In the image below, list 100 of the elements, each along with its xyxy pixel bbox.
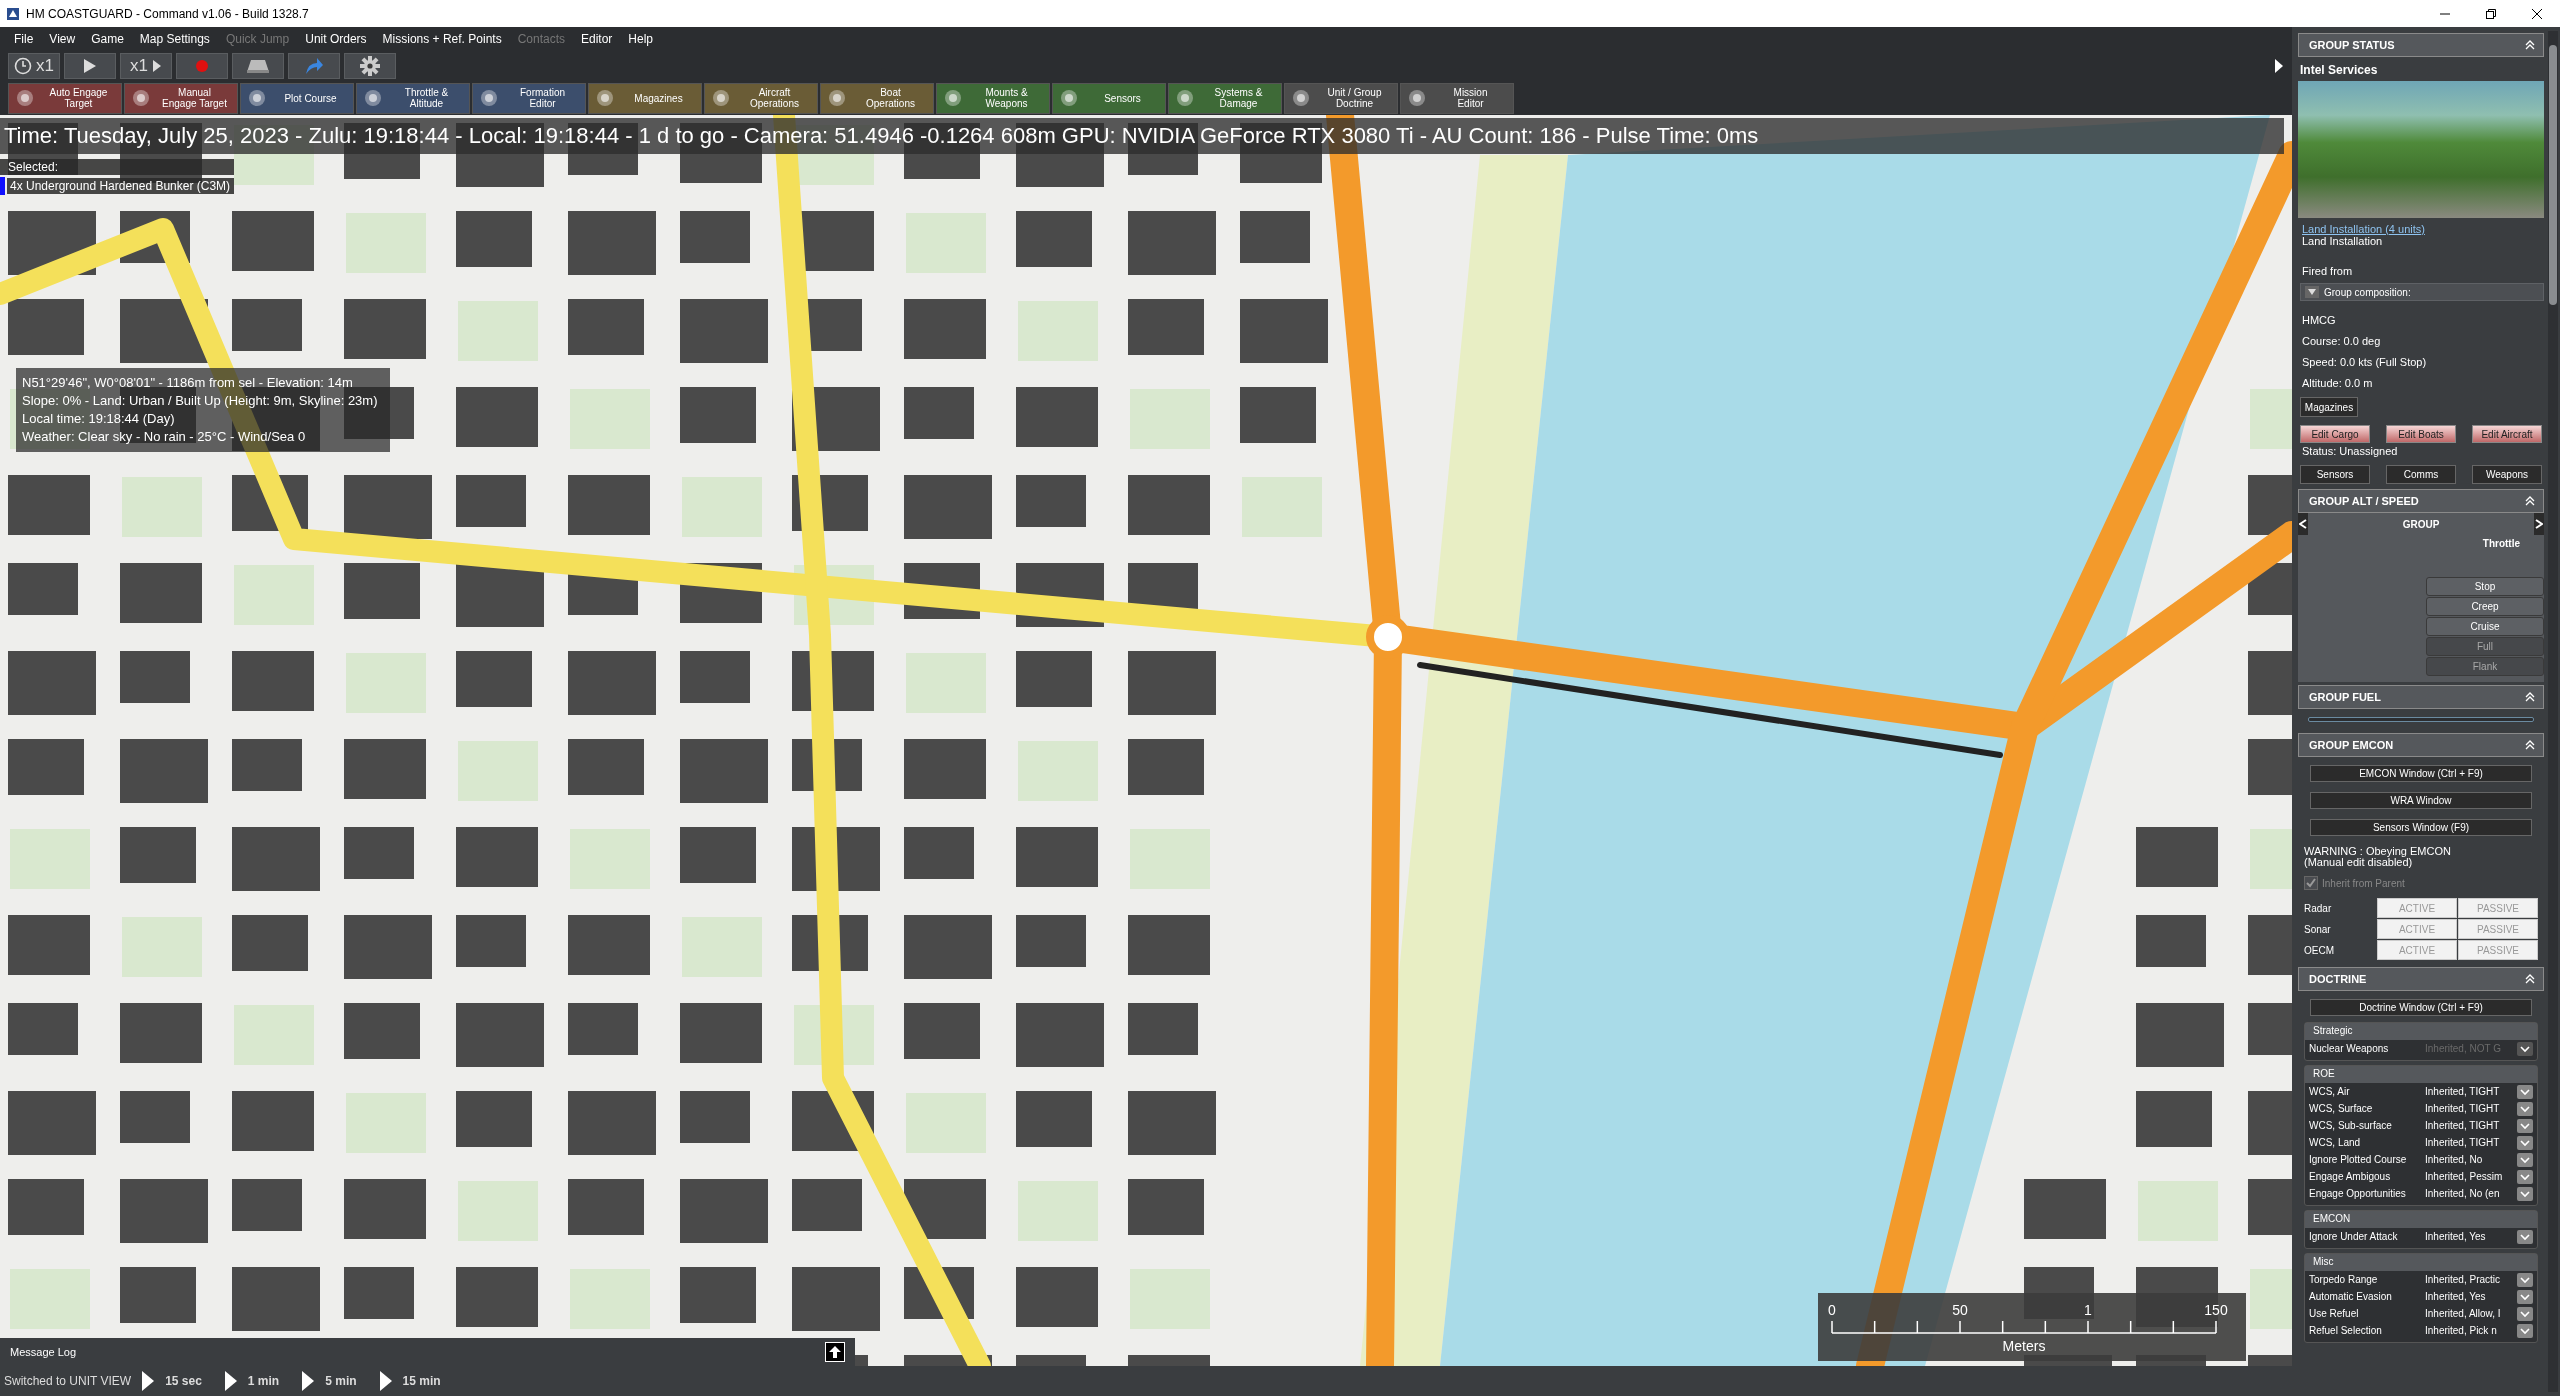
action-button[interactable]: Formation Editor [472,82,586,114]
menu-item[interactable]: Editor [573,30,621,48]
action-button[interactable]: Magazines [588,82,702,114]
chevron-down-icon [2517,1101,2533,1116]
doctrine-group-title: ROE [2305,1066,2537,1083]
action-button[interactable]: Systems & Damage [1168,82,1282,114]
scale-label: 50 [1952,1302,1968,1318]
terrain-button[interactable] [232,53,284,79]
triangle-icon [2274,58,2284,74]
dropdown[interactable]: Inherited, No (en [2425,1186,2537,1201]
doctrine-setting-label: Torpedo Range [2309,1274,2379,1285]
next-button[interactable] [2534,513,2544,535]
section-header[interactable]: GROUP STATUS [2298,33,2544,57]
doctrine-window-button[interactable]: Doctrine Window (Ctrl + F9) [2310,999,2532,1016]
edit-button[interactable]: Edit Cargo [2300,425,2370,443]
tool-icon [1059,88,1079,108]
menu-item[interactable]: Missions + Ref. Points [374,30,510,48]
panel-tab[interactable]: Sensors [2300,465,2370,484]
app-icon [6,6,20,21]
time-step-button[interactable]: 15 sec [165,1374,214,1388]
previous-button[interactable] [2298,513,2308,535]
magazines-button[interactable]: Magazines [2300,397,2358,417]
chevron-down-icon [2517,1306,2533,1321]
chevron-down-icon [2517,1041,2533,1056]
chevron-down-icon [2517,1186,2533,1201]
chevron-down-icon [2517,1169,2533,1184]
time-step-button[interactable]: 5 min [325,1374,369,1388]
action-button[interactable]: Plot Course [240,82,354,114]
action-button[interactable]: Boat Operations [820,82,934,114]
panel-tab[interactable]: Comms [2386,465,2456,484]
restore-icon [2486,8,2496,19]
throttle-button[interactable]: Stop [2426,577,2544,596]
action-button[interactable]: Aircraft Operations [704,82,818,114]
dropdown[interactable]: Inherited, TIGHT [2425,1101,2537,1116]
chevron-down-icon [2517,1135,2533,1150]
selected-unit: 4x Underground Hardened Bunker (C3M) [7,178,235,194]
menu-item[interactable]: Unit Orders [297,30,375,48]
menu-item[interactable]: File [6,30,42,48]
menu-item[interactable]: Map Settings [131,30,218,48]
doctrine-setting-label: WCS, Air [2309,1086,2351,1097]
time-step-button[interactable]: 15 min [402,1374,453,1388]
dropdown[interactable]: Inherited, Pessim [2425,1169,2537,1184]
action-button[interactable]: Auto Engage Target [8,82,122,114]
dropdown[interactable]: Inherited, TIGHT [2425,1135,2537,1150]
throttle-button[interactable]: Creep [2426,597,2544,616]
panel-tab[interactable]: Weapons [2472,465,2542,484]
action-button[interactable]: Mounts & Weapons [936,82,1050,114]
play-icon [83,58,97,74]
action-button[interactable]: Unit / Group Doctrine [1284,82,1398,114]
menu-item[interactable]: Game [83,30,132,48]
action-button[interactable]: Throttle & Altitude [356,82,470,114]
time-button[interactable]: x1 [8,53,60,79]
window-button[interactable]: Sensors Window (F9) [2310,819,2532,836]
dropdown[interactable]: Inherited, Practic [2425,1272,2537,1287]
time-step-button[interactable]: 1 min [247,1374,292,1388]
speed-button[interactable]: x1 [120,53,172,79]
tool-icon [1175,88,1195,108]
window-button[interactable]: WRA Window [2310,792,2532,809]
dropdown[interactable]: Inherited, Yes [2425,1229,2537,1244]
play-button[interactable] [64,53,116,79]
expand-button[interactable] [825,1342,845,1362]
action-button[interactable]: Sensors [1052,82,1166,114]
group-composition-expander[interactable]: Group composition: [2300,283,2544,301]
window-button[interactable]: EMCON Window (Ctrl + F9) [2310,765,2532,782]
dropdown[interactable]: Inherited, Yes [2425,1289,2537,1304]
section-header[interactable]: GROUP ALT / SPEED [2298,489,2544,513]
action-button[interactable]: Mission Editor [1400,82,1514,114]
play-icon [301,1370,316,1392]
dropdown[interactable]: Inherited, TIGHT [2425,1118,2537,1133]
chevron-down-icon [2517,1289,2533,1304]
action-button[interactable]: Manual Engage Target [124,82,238,114]
section-header[interactable]: GROUP FUEL [2298,685,2544,709]
doctrine-setting-label: Nuclear Weapons [2309,1043,2390,1054]
play-icon [141,1370,156,1392]
chevron-down-icon [2517,1118,2533,1133]
menu-item[interactable]: Help [620,30,662,48]
unit-detail: Speed: 0.0 kts (Full Stop) [2302,356,2428,368]
collapse-icon [2525,496,2535,506]
sensor-label: Sonar [2304,923,2332,935]
throttle-button[interactable]: Cruise [2426,617,2544,636]
edit-button[interactable]: Edit Aircraft [2472,425,2542,443]
collapse-icon [2525,974,2535,984]
dropdown[interactable]: Inherited, TIGHT [2425,1084,2537,1099]
doctrine-setting-label: Ignore Plotted Course [2309,1154,2408,1165]
clock-icon [14,57,32,75]
dropdown[interactable]: Inherited, Allow, I [2425,1306,2537,1321]
scale-label: 150 [2204,1302,2228,1318]
menu-item[interactable]: View [41,30,84,48]
dropdown[interactable]: Inherited, Pick n [2425,1323,2537,1338]
unit-class-link[interactable]: Land Installation (4 units) [2302,223,2544,235]
doctrine-setting-label: WCS, Land [2309,1137,2362,1148]
scale-label: 1 [2084,1302,2092,1318]
status-message: Switched to UNIT VIEW [4,1374,132,1388]
tool-icon [711,88,731,108]
scrollbar[interactable] [2548,31,2558,1392]
edit-button[interactable]: Edit Boats [2386,425,2456,443]
section-header[interactable]: DOCTRINE [2298,967,2544,991]
settings-button[interactable] [344,53,396,79]
dropdown[interactable]: Inherited, No [2425,1152,2537,1167]
section-header[interactable]: GROUP EMCON [2298,733,2544,757]
